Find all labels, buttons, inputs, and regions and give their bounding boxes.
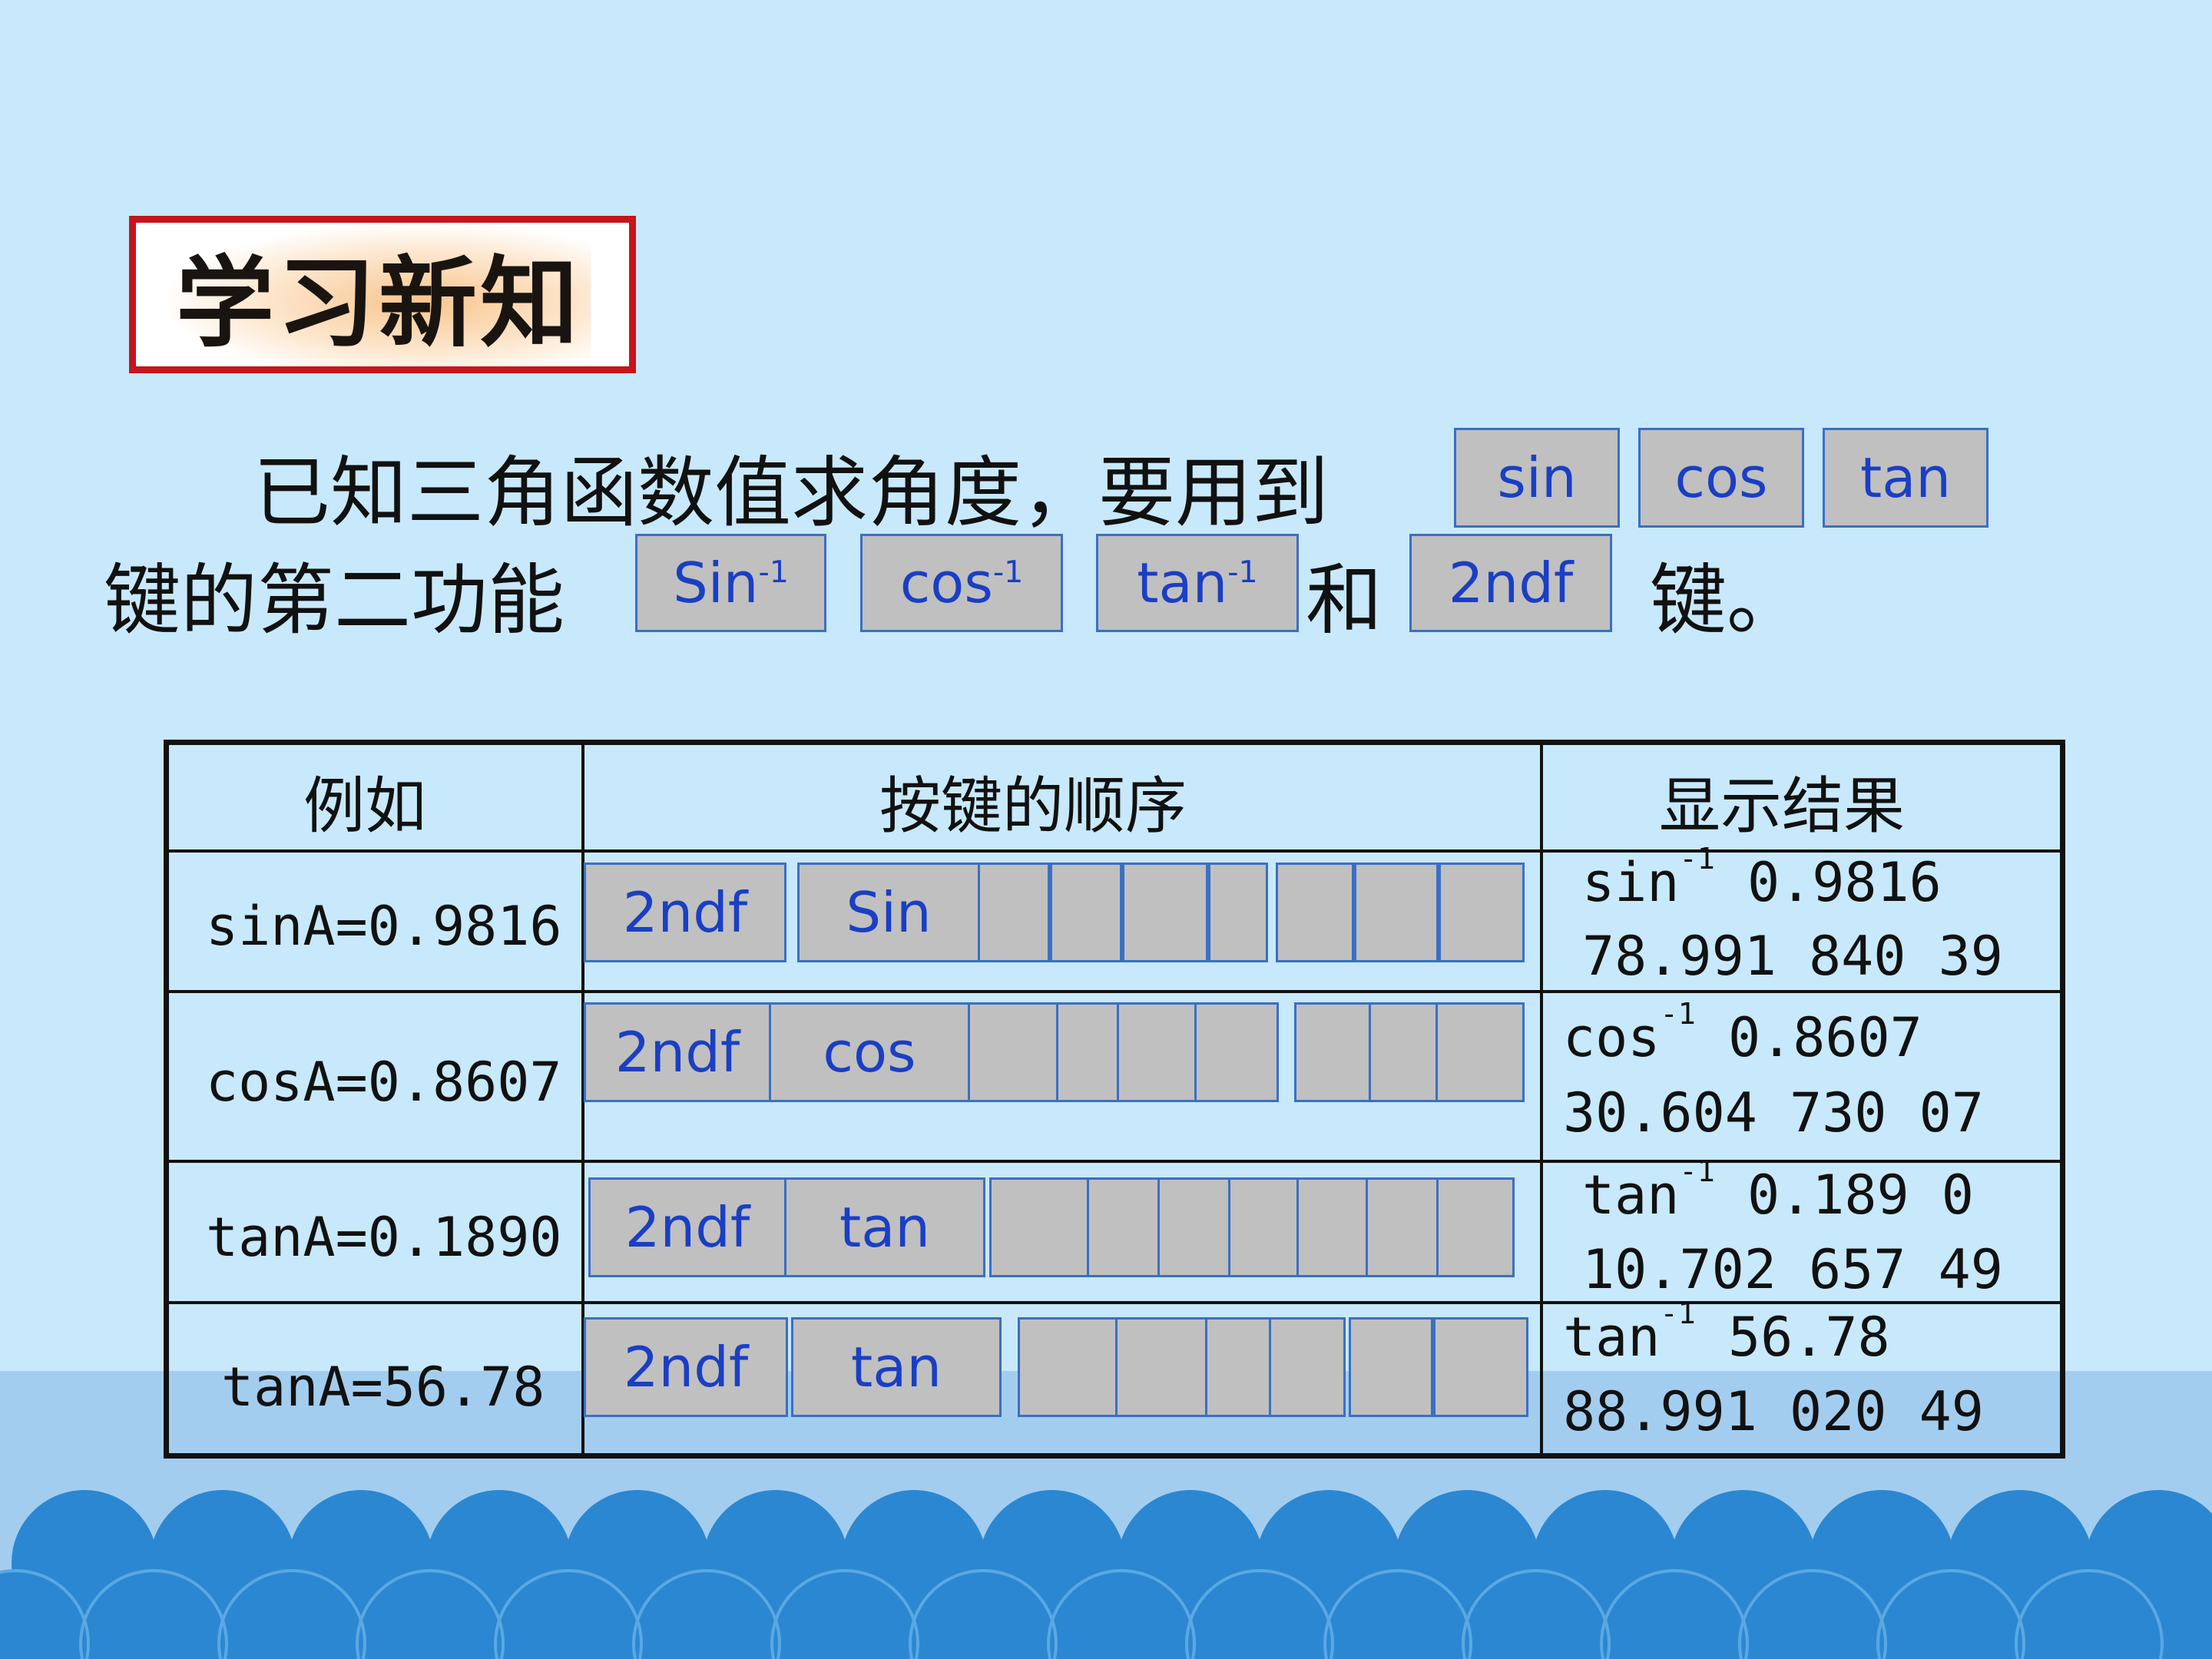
row2-result-expr: cos-1 0.8607	[1563, 997, 1922, 1069]
row4-key-2ndf: 2ndf	[584, 1317, 788, 1417]
key-2ndf: 2ndf	[1409, 534, 1612, 632]
row4-blank-key	[1115, 1317, 1207, 1417]
key-cos-inverse: cos -1	[860, 534, 1063, 632]
key-sin: sin	[1454, 428, 1620, 528]
key-tan-inverse-base: tan	[1137, 551, 1228, 615]
intro-line2-start: 键的第二功能	[104, 555, 565, 645]
row4-blank-key	[1269, 1317, 1346, 1417]
table-border-right	[2060, 740, 2065, 1459]
key-cos: cos	[1638, 428, 1804, 528]
row2-result-value: 30.604 730 07	[1563, 1081, 1984, 1144]
row4-blank-key	[1018, 1317, 1118, 1417]
header-display-result: 显示结果	[1659, 770, 1905, 842]
row3-result-value: 10.702 657 49	[1582, 1238, 2003, 1301]
row4-result-expr: tan-1 56.78	[1563, 1296, 1890, 1369]
row3-result-arg: 0.189 0	[1714, 1164, 1974, 1227]
key-tan-inverse: tan -1	[1096, 534, 1299, 632]
row2-blank-key	[1056, 1002, 1119, 1102]
key-cos-inverse-base: cos	[899, 551, 993, 615]
row1-blank-key	[978, 863, 1050, 962]
table-line	[164, 1160, 2065, 1163]
row2-key-2ndf: 2ndf	[584, 1002, 771, 1102]
table-border-bottom	[164, 1453, 2065, 1459]
row3-key-tan: tan	[784, 1177, 985, 1277]
key-sin-inverse-sup: -1	[758, 555, 789, 591]
row4-key-tan: tan	[791, 1317, 1002, 1417]
row3-blank-key	[1366, 1177, 1439, 1277]
row2-result-arg: 0.8607	[1695, 1006, 1922, 1069]
row2-blank-key	[1369, 1002, 1438, 1102]
row3-blank-key	[1228, 1177, 1299, 1277]
key-tan-inverse-sup: -1	[1227, 555, 1258, 591]
row1-result-sup: -1	[1679, 842, 1715, 877]
row1-example: sinA=0.9816	[206, 895, 562, 958]
row4-blank-key	[1349, 1317, 1433, 1417]
row1-blank-key	[1354, 863, 1439, 962]
row2-blank-key	[1435, 1002, 1525, 1102]
row1-key-sin: Sin	[797, 863, 980, 962]
row4-example: tanA=56.78	[221, 1356, 545, 1419]
row4-result-value: 88.991 020 49	[1563, 1380, 1984, 1443]
row1-blank-key	[1208, 863, 1268, 962]
row3-blank-key	[989, 1177, 1089, 1277]
table-border-top	[164, 740, 2065, 745]
intro-he: 和	[1306, 555, 1382, 645]
row3-blank-key	[1087, 1177, 1160, 1277]
row1-result-value: 78.991 840 39	[1582, 925, 2003, 988]
row4-blank-key	[1205, 1317, 1271, 1417]
row2-blank-key	[968, 1002, 1058, 1102]
row1-result-arg: 0.9816	[1714, 851, 1942, 914]
row3-result-fn: tan	[1582, 1164, 1680, 1227]
row2-blank-key	[1117, 1002, 1197, 1102]
header-example: 例如	[303, 770, 426, 842]
row3-example: tanA=0.1890	[206, 1206, 562, 1269]
key-cos-inverse-sup: -1	[992, 555, 1024, 591]
row3-key-2ndf: 2ndf	[588, 1177, 786, 1277]
page-title: 学习新知	[167, 224, 591, 366]
row3-result-expr: tan-1 0.189 0	[1582, 1154, 1974, 1227]
row2-example: cosA=0.8607	[206, 1051, 562, 1114]
key-sin-inverse-base: Sin	[673, 551, 759, 615]
row3-blank-key	[1296, 1177, 1368, 1277]
key-sin-inverse: Sin -1	[635, 534, 826, 632]
table-line	[164, 1301, 2065, 1304]
row2-result-fn: cos	[1563, 1006, 1661, 1069]
table-line	[1540, 740, 1543, 1459]
title-box: 学习新知	[129, 216, 636, 373]
row4-result-fn: tan	[1563, 1306, 1661, 1369]
intro-line1: 已知三角函数值求角度，要用到	[253, 448, 1329, 538]
row1-key-2ndf: 2ndf	[584, 863, 786, 962]
row1-blank-key	[1276, 863, 1354, 962]
row1-blank-key	[1050, 863, 1122, 962]
table-line	[164, 990, 2065, 993]
row3-result-sup: -1	[1679, 1154, 1715, 1190]
row1-blank-key	[1439, 863, 1525, 962]
row4-result-arg: 56.78	[1695, 1306, 1890, 1369]
row4-blank-key	[1433, 1317, 1528, 1417]
row2-result-sup: -1	[1660, 997, 1696, 1032]
row1-result-expr: sin-1 0.9816	[1582, 842, 1942, 914]
row2-blank-key	[1194, 1002, 1279, 1102]
row1-result-fn: sin	[1582, 851, 1680, 914]
row2-blank-key	[1294, 1002, 1371, 1102]
row2-key-cos: cos	[769, 1002, 970, 1102]
row3-blank-key	[1157, 1177, 1230, 1277]
key-tan: tan	[1823, 428, 1988, 528]
row3-blank-key	[1436, 1177, 1515, 1277]
header-key-sequence: 按键的顺序	[879, 770, 1187, 842]
row1-blank-key	[1122, 863, 1208, 962]
row4-result-sup: -1	[1660, 1296, 1696, 1332]
table-border-left	[164, 740, 169, 1459]
intro-line2-end: 键。	[1650, 555, 1803, 645]
